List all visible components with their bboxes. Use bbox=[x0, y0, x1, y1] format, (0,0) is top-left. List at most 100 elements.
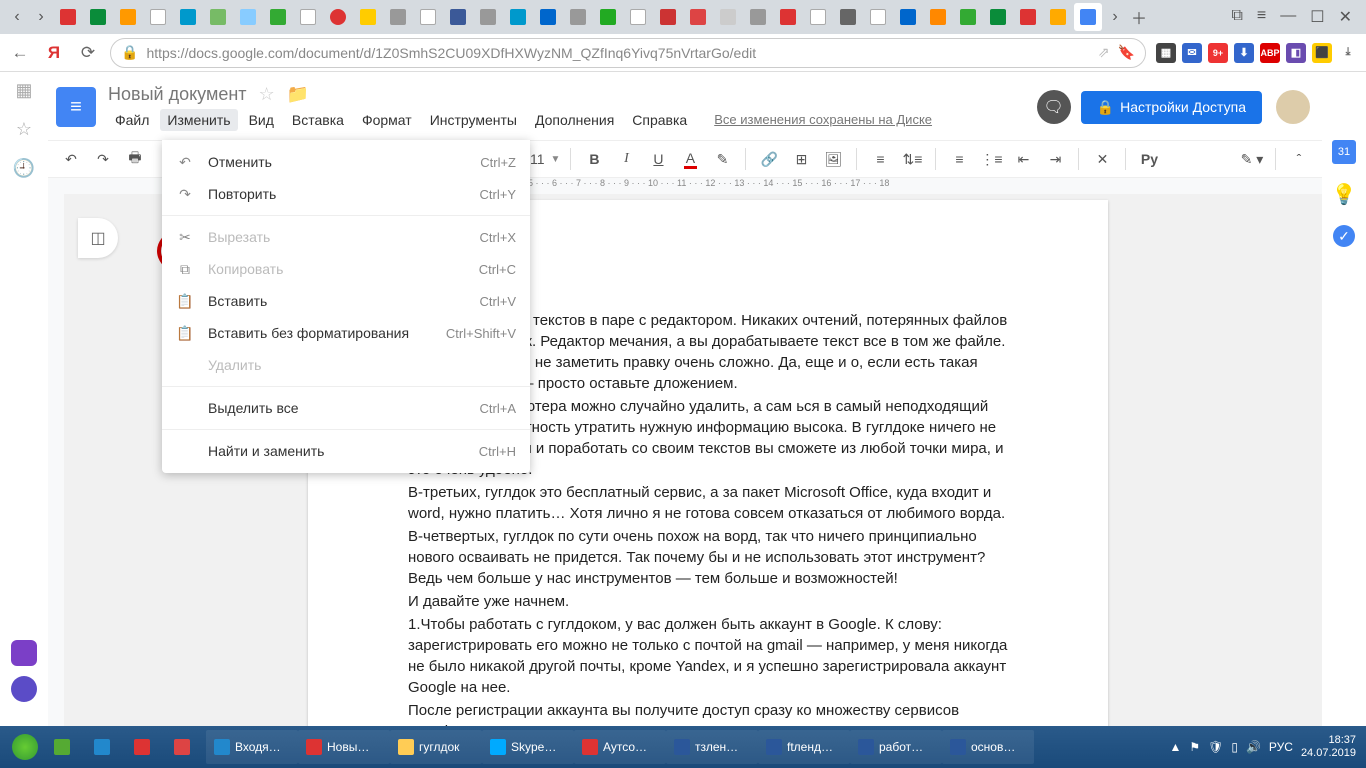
link-icon[interactable]: 🔗 bbox=[756, 146, 782, 172]
bullet-list-icon[interactable]: ⋮≡ bbox=[978, 146, 1004, 172]
menu-addons[interactable]: Дополнения bbox=[528, 109, 621, 131]
tab[interactable] bbox=[324, 3, 352, 31]
save-status[interactable]: Все изменения сохранены на Диске bbox=[714, 112, 932, 127]
keep-icon[interactable]: 💡 bbox=[1332, 182, 1357, 207]
align-icon[interactable]: ≡ bbox=[867, 146, 893, 172]
tray-icon[interactable]: 🛡 bbox=[1208, 740, 1223, 754]
tab[interactable] bbox=[414, 3, 442, 31]
editing-mode-icon[interactable]: ✎ ▾ bbox=[1239, 146, 1265, 172]
address-field[interactable]: 🔒 https://docs.google.com/document/d/1Z0… bbox=[110, 38, 1146, 68]
alice-icon[interactable] bbox=[11, 640, 37, 666]
task-item[interactable]: ftленд… bbox=[758, 730, 850, 764]
back-icon[interactable]: ← bbox=[8, 41, 32, 65]
tab[interactable] bbox=[624, 3, 652, 31]
body-text[interactable]: После регистрации аккаунта вы получите д… bbox=[408, 700, 1008, 726]
body-text[interactable]: 1.Чтобы работать с гуглдоком, у вас долж… bbox=[408, 614, 1008, 698]
outline-toggle-icon[interactable]: ◫ bbox=[78, 218, 118, 258]
docs-logo-icon[interactable]: ≡ bbox=[56, 87, 96, 127]
tab[interactable] bbox=[834, 3, 862, 31]
minimize-icon[interactable]: — bbox=[1280, 7, 1296, 27]
tab[interactable] bbox=[1074, 3, 1102, 31]
tab[interactable] bbox=[294, 3, 322, 31]
favorite-icon[interactable]: ☆ bbox=[16, 119, 32, 140]
star-icon[interactable]: ☆ bbox=[259, 84, 275, 105]
chevron-down-icon[interactable]: ▼ bbox=[551, 154, 561, 165]
tab[interactable] bbox=[924, 3, 952, 31]
outdent-icon[interactable]: ⇤ bbox=[1010, 146, 1036, 172]
vertical-ruler[interactable] bbox=[48, 194, 64, 726]
folder-icon[interactable]: 📁 bbox=[287, 84, 309, 105]
close-icon[interactable]: ✕ bbox=[1339, 7, 1352, 27]
edit-menu-item[interactable]: 📋Вставить без форматированияCtrl+Shift+V bbox=[162, 317, 530, 349]
tab[interactable] bbox=[384, 3, 412, 31]
tab[interactable] bbox=[444, 3, 472, 31]
tray-icon[interactable]: ▯ bbox=[1231, 740, 1238, 754]
yandex-icon[interactable]: Я bbox=[42, 41, 66, 65]
undo-icon[interactable]: ↶ bbox=[58, 146, 84, 172]
reload-icon[interactable]: ⟳ bbox=[76, 41, 100, 65]
tab[interactable] bbox=[804, 3, 832, 31]
menu-help[interactable]: Справка bbox=[625, 109, 694, 131]
task-item[interactable]: гуглдок bbox=[390, 730, 482, 764]
ext-icon[interactable]: ✉ bbox=[1182, 43, 1202, 63]
body-text[interactable]: И давайте уже начнем. bbox=[408, 591, 1008, 612]
task-item[interactable]: Skype… bbox=[482, 730, 574, 764]
task-pin[interactable] bbox=[86, 730, 126, 764]
tab[interactable] bbox=[354, 3, 382, 31]
font-size[interactable]: 11 bbox=[530, 151, 545, 167]
ext-icon[interactable]: 9+ bbox=[1208, 43, 1228, 63]
tab[interactable] bbox=[864, 3, 892, 31]
task-pin[interactable] bbox=[166, 730, 206, 764]
tab[interactable] bbox=[714, 3, 742, 31]
menu-file[interactable]: Файл bbox=[108, 109, 156, 131]
tab[interactable] bbox=[174, 3, 202, 31]
tabs-fwd-icon[interactable]: › bbox=[30, 6, 52, 28]
task-item[interactable]: Новы… bbox=[298, 730, 390, 764]
tab[interactable] bbox=[534, 3, 562, 31]
ext-icon[interactable]: ▦ bbox=[1156, 43, 1176, 63]
menu-icon[interactable]: ≡ bbox=[1257, 7, 1266, 27]
clear-format-icon[interactable]: ✕ bbox=[1089, 146, 1115, 172]
bookmark-icon[interactable]: 🔖 bbox=[1118, 44, 1135, 61]
tray-up-icon[interactable]: ▲ bbox=[1169, 740, 1181, 754]
edit-menu-item[interactable]: ↶ОтменитьCtrl+Z bbox=[162, 146, 530, 178]
tab[interactable] bbox=[54, 3, 82, 31]
translate-icon[interactable]: ⇗ bbox=[1098, 44, 1110, 61]
comments-icon[interactable]: 🗨 bbox=[1037, 90, 1071, 124]
py-addon[interactable]: Py bbox=[1136, 146, 1162, 172]
tab[interactable] bbox=[744, 3, 772, 31]
task-item[interactable]: основ… bbox=[942, 730, 1034, 764]
apps-icon[interactable]: ▦ bbox=[15, 80, 32, 101]
body-text[interactable]: В-третьих, гуглдок это бесплатный сервис… bbox=[408, 482, 1008, 524]
tab[interactable] bbox=[684, 3, 712, 31]
edit-menu-item[interactable]: Найти и заменитьCtrl+H bbox=[162, 435, 530, 467]
edit-menu-item[interactable]: ↷ПовторитьCtrl+Y bbox=[162, 178, 530, 210]
highlight-icon[interactable]: ✎ bbox=[709, 146, 735, 172]
tab[interactable] bbox=[984, 3, 1012, 31]
menu-view[interactable]: Вид bbox=[242, 109, 281, 131]
new-tab-icon[interactable]: ＋ bbox=[1128, 6, 1150, 28]
tab[interactable] bbox=[504, 3, 532, 31]
tab[interactable] bbox=[264, 3, 292, 31]
task-item[interactable]: Аутсо… bbox=[574, 730, 666, 764]
task-item[interactable]: работ… bbox=[850, 730, 942, 764]
tab[interactable] bbox=[1014, 3, 1042, 31]
doc-title[interactable]: Новый документ bbox=[108, 84, 247, 105]
numbered-list-icon[interactable]: ≡ bbox=[946, 146, 972, 172]
underline-icon[interactable]: U bbox=[645, 146, 671, 172]
ext-icon[interactable]: ◧ bbox=[1286, 43, 1306, 63]
comment-icon[interactable]: ⊞ bbox=[788, 146, 814, 172]
indent-icon[interactable]: ⇥ bbox=[1042, 146, 1068, 172]
tab[interactable] bbox=[654, 3, 682, 31]
calendar-icon[interactable]: 31 bbox=[1332, 140, 1356, 164]
downloads-icon[interactable]: ⤓ bbox=[1338, 43, 1358, 63]
panel-icon[interactable]: ⧉ bbox=[1231, 7, 1242, 27]
menu-tools[interactable]: Инструменты bbox=[423, 109, 524, 131]
edit-menu-item[interactable]: Выделить всеCtrl+A bbox=[162, 392, 530, 424]
tasks-icon[interactable]: ✓ bbox=[1333, 225, 1355, 247]
italic-icon[interactable]: I bbox=[613, 146, 639, 172]
task-pin[interactable] bbox=[126, 730, 166, 764]
task-item[interactable]: Входя… bbox=[206, 730, 298, 764]
task-item[interactable]: тзлен… bbox=[666, 730, 758, 764]
tab[interactable] bbox=[234, 3, 262, 31]
